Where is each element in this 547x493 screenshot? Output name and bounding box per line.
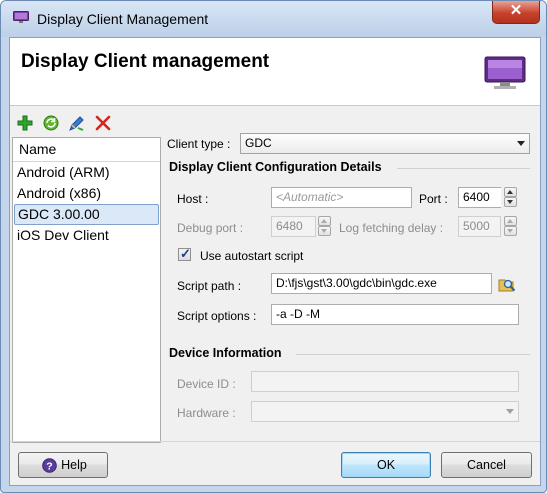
- log-delay-value: 5000: [463, 219, 490, 233]
- chevron-down-icon: [506, 409, 514, 414]
- help-icon: ?: [42, 458, 57, 473]
- section-divider: [296, 354, 530, 355]
- hardware-select[interactable]: [251, 401, 519, 422]
- list-item[interactable]: Android (x86): [14, 183, 159, 204]
- footer-divider: [10, 441, 540, 442]
- log-delay-input[interactable]: 5000: [458, 216, 501, 237]
- add-icon[interactable]: [16, 114, 34, 132]
- device-id-input[interactable]: [251, 371, 519, 392]
- chevron-down-icon: [517, 141, 525, 146]
- device-section-title: Device Information: [169, 346, 282, 360]
- debug-port-stepper[interactable]: [318, 216, 331, 237]
- host-label: Host :: [177, 192, 209, 206]
- close-button[interactable]: ✕: [492, 1, 540, 24]
- log-delay-stepper[interactable]: [504, 216, 517, 237]
- script-options-input[interactable]: -a -D -M: [271, 304, 519, 325]
- cancel-button-label: Cancel: [467, 458, 506, 472]
- host-input[interactable]: <Automatic>: [271, 187, 412, 208]
- debug-port-value: 6480: [276, 219, 303, 233]
- title-bar[interactable]: Display Client Management ✕: [1, 1, 546, 37]
- list-header[interactable]: Name: [13, 138, 160, 162]
- log-delay-decrement-button[interactable]: [504, 226, 517, 236]
- port-decrement-button[interactable]: [504, 197, 517, 207]
- checkmark-icon: ✓: [180, 246, 191, 261]
- port-increment-button[interactable]: [504, 187, 517, 197]
- client-list: Name Android (ARM) Android (x86) GDC 3.00.…: [12, 137, 161, 443]
- window-title: Display Client Management: [37, 11, 209, 27]
- debug-port-increment-button[interactable]: [318, 216, 331, 226]
- refresh-icon[interactable]: [42, 114, 60, 132]
- host-placeholder: <Automatic>: [276, 190, 344, 204]
- client-type-select[interactable]: GDC: [240, 133, 530, 154]
- debug-port-decrement-button[interactable]: [318, 226, 331, 236]
- header-banner: Display Client management: [10, 38, 540, 106]
- debug-port-input[interactable]: 6480: [271, 216, 316, 237]
- script-path-input[interactable]: D:\fjs\gst\3.00\gdc\bin\gdc.exe: [271, 273, 492, 294]
- port-stepper[interactable]: [504, 187, 517, 208]
- hardware-label: Hardware :: [177, 406, 236, 420]
- dialog-window: Display Client Management ✕ Display Clie…: [0, 0, 547, 493]
- help-button[interactable]: ? Help: [18, 452, 108, 478]
- list-item[interactable]: iOS Dev Client: [14, 225, 159, 246]
- close-icon: ✕: [509, 2, 523, 19]
- ok-button-label: OK: [376, 458, 396, 472]
- device-id-label: Device ID :: [177, 377, 236, 391]
- client-type-label: Client type :: [167, 137, 231, 151]
- section-divider: [397, 168, 530, 169]
- autostart-label[interactable]: Use autostart script: [200, 249, 303, 263]
- script-path-value: D:\fjs\gst\3.00\gdc\bin\gdc.exe: [276, 276, 437, 290]
- ok-button[interactable]: OK: [341, 452, 431, 478]
- port-value: 6400: [463, 190, 490, 204]
- log-delay-increment-button[interactable]: [504, 216, 517, 226]
- page-title: Display Client management: [21, 51, 270, 72]
- list-item[interactable]: GDC 3.00.00: [14, 204, 159, 225]
- list-item[interactable]: Android (ARM): [14, 162, 159, 183]
- script-options-value: -a -D -M: [276, 307, 320, 321]
- autostart-checkbox[interactable]: ✓: [178, 246, 191, 261]
- port-input[interactable]: 6400: [458, 187, 501, 208]
- help-button-label: Help: [61, 458, 87, 472]
- script-path-label: Script path :: [177, 279, 242, 293]
- script-options-label: Script options :: [177, 309, 257, 323]
- monitor-icon: [13, 11, 29, 23]
- cancel-button[interactable]: Cancel: [441, 452, 532, 478]
- delete-icon[interactable]: [94, 114, 112, 132]
- debug-port-label: Debug port :: [177, 221, 244, 235]
- config-section-title: Display Client Configuration Details: [169, 160, 382, 174]
- edit-icon[interactable]: [68, 114, 86, 132]
- svg-text:?: ?: [46, 460, 52, 472]
- client-type-value: GDC: [245, 136, 272, 150]
- display-monitor-icon: [484, 56, 526, 89]
- dialog-body: Display Client management Name Android (…: [9, 37, 541, 486]
- log-delay-label: Log fetching delay :: [339, 221, 444, 235]
- port-label: Port :: [419, 192, 448, 206]
- browse-icon[interactable]: [498, 275, 516, 293]
